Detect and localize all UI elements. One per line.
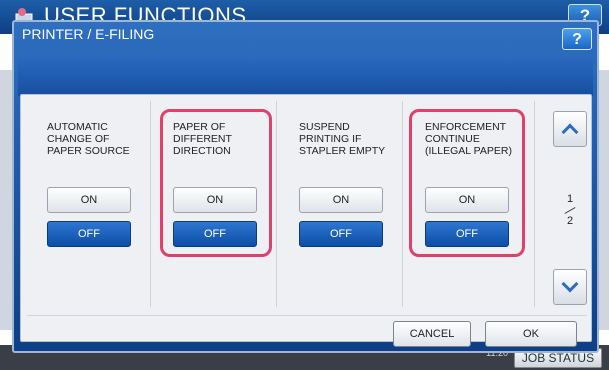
screen: USER FUNCTIONS ? 11:20 JOB STATUS PRINTE…: [0, 0, 609, 370]
dialog-header-band: [18, 56, 593, 96]
dialog-help-button[interactable]: ?: [562, 28, 592, 50]
page-current: 1: [566, 193, 574, 205]
background-panel-left: [0, 70, 12, 330]
on-button[interactable]: ON: [47, 187, 131, 213]
cancel-button[interactable]: CANCEL: [393, 321, 471, 347]
on-button[interactable]: ON: [299, 187, 383, 213]
divider: [27, 315, 587, 316]
scroll-up-button[interactable]: [553, 111, 587, 147]
highlight-frame-paper-direction: [160, 109, 272, 257]
setting-label: SUSPEND PRINTING IF STAPLER EMPTY: [299, 121, 386, 157]
highlight-frame-enforcement: [409, 109, 525, 257]
printer-efiling-dialog: PRINTER / E-FILING ? AUTOMATIC CHANGE OF…: [12, 20, 599, 353]
setting-automatic-change-of-paper-source: AUTOMATIC CHANGE OF PAPER SOURCE ON OFF: [27, 101, 151, 307]
settings-panel: AUTOMATIC CHANGE OF PAPER SOURCE ON OFF …: [20, 94, 592, 347]
background-panel-right: [598, 70, 609, 330]
page-separator: [564, 207, 576, 214]
off-button[interactable]: OFF: [47, 221, 131, 247]
setting-label: AUTOMATIC CHANGE OF PAPER SOURCE: [47, 121, 130, 157]
setting-suspend-printing-if-stapler-empty: SUSPEND PRINTING IF STAPLER EMPTY ON OFF: [279, 101, 403, 307]
chevron-down-icon: [561, 275, 579, 293]
page-total: 2: [566, 215, 574, 227]
scroll-down-button[interactable]: [553, 269, 587, 305]
chevron-up-icon: [561, 123, 579, 141]
ok-button[interactable]: OK: [485, 321, 577, 347]
off-button[interactable]: OFF: [299, 221, 383, 247]
dialog-title: PRINTER / E-FILING: [22, 26, 155, 42]
